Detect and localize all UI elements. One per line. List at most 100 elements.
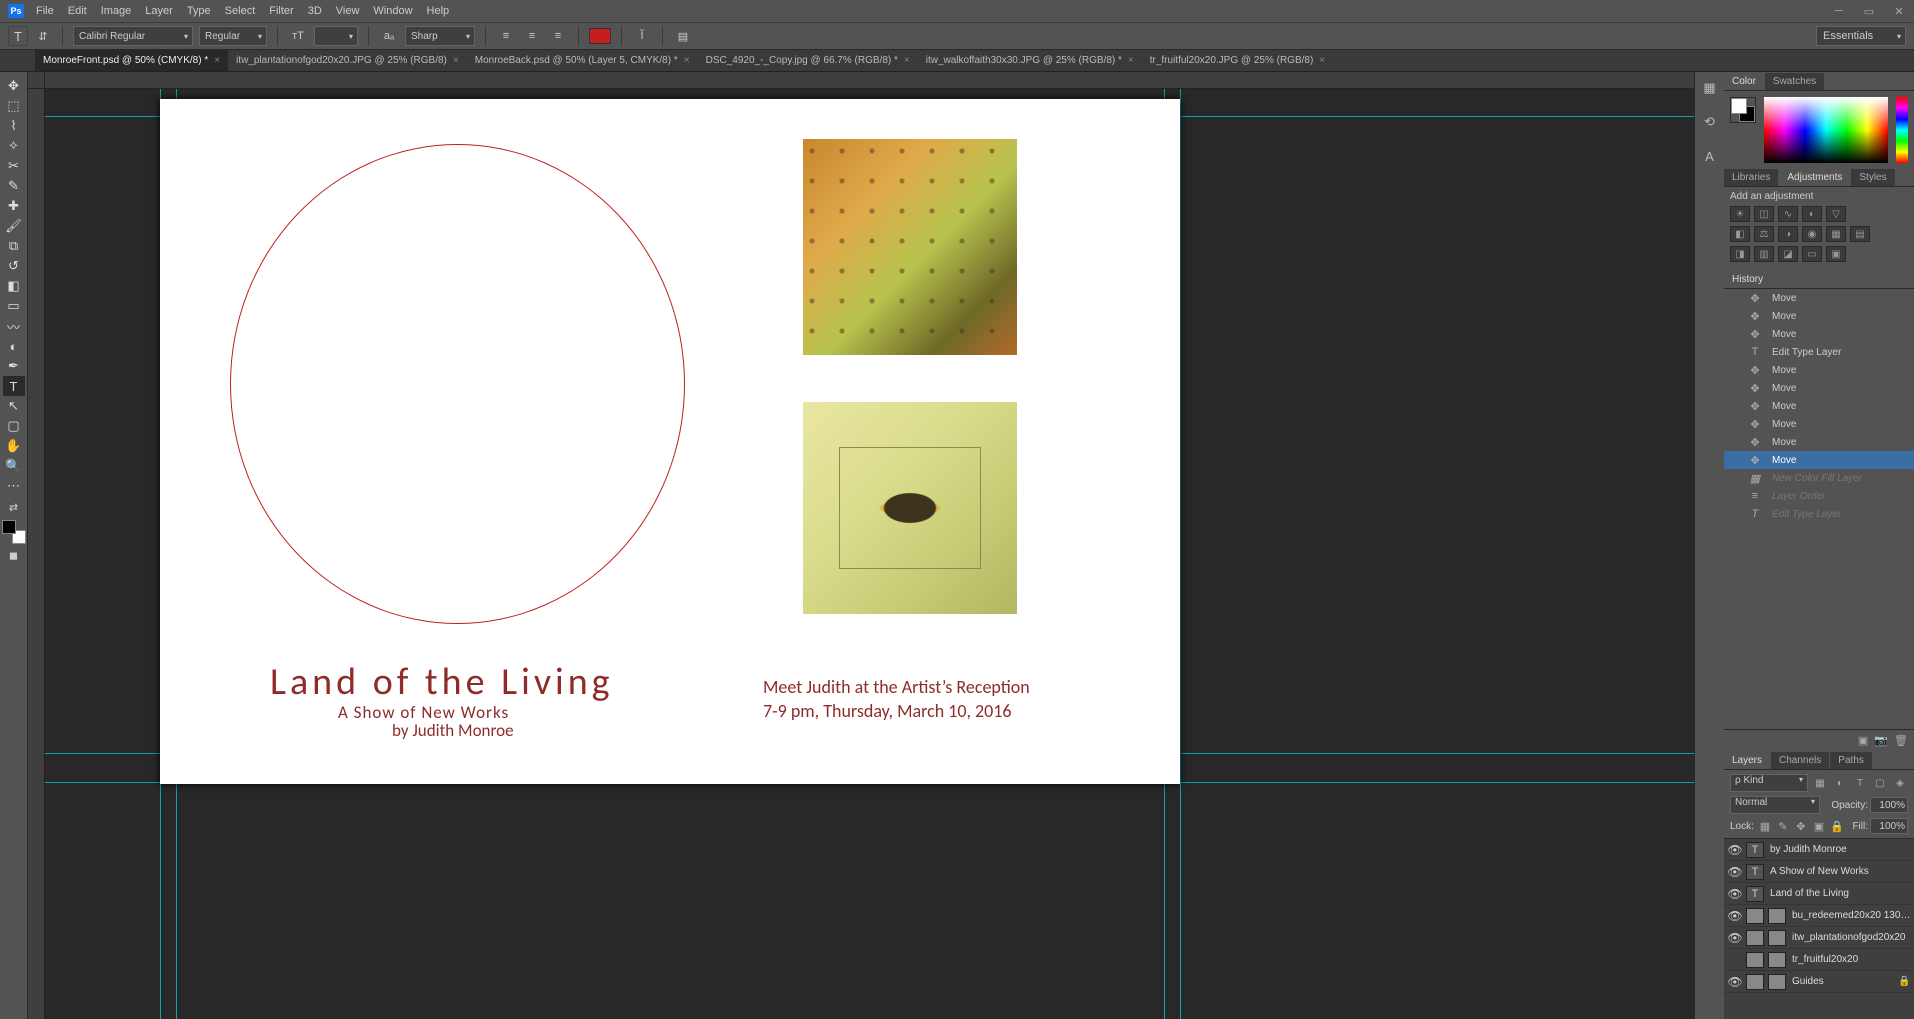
- tab-close-icon[interactable]: ×: [214, 55, 220, 66]
- history-brush-tool-icon[interactable]: ↺: [3, 256, 25, 276]
- menu-filter[interactable]: Filter: [269, 5, 293, 17]
- menu-3d[interactable]: 3D: [308, 5, 322, 17]
- filter-type-icon[interactable]: T: [1852, 775, 1868, 791]
- layer-row[interactable]: tr_fruitful20x20: [1724, 949, 1914, 971]
- document-tab[interactable]: itw_plantationofgod20x20.JPG @ 25% (RGB/…: [228, 49, 467, 71]
- lock-artboard-icon[interactable]: ▣: [1812, 819, 1826, 833]
- crop-tool-icon[interactable]: ✂: [3, 156, 25, 176]
- tab-paths[interactable]: Paths: [1830, 752, 1872, 769]
- font-size-dropdown[interactable]: [314, 26, 358, 46]
- eraser-tool-icon[interactable]: ◧: [3, 276, 25, 296]
- tab-adjustments[interactable]: Adjustments: [1779, 169, 1850, 186]
- dodge-tool-icon[interactable]: ◐: [3, 336, 25, 356]
- lasso-tool-icon[interactable]: ⌇: [3, 116, 25, 136]
- document-tab[interactable]: MonroeBack.psd @ 50% (Layer 5, CMYK/8) *…: [467, 49, 698, 71]
- tab-close-icon[interactable]: ×: [1128, 55, 1134, 66]
- opacity-input[interactable]: [1870, 797, 1908, 813]
- align-left-icon[interactable]: ≡: [496, 26, 516, 46]
- fg-bg-colors[interactable]: [2, 520, 26, 544]
- edit-toolbar-icon[interactable]: ⋯: [3, 476, 25, 496]
- ruler-horizontal[interactable]: [45, 72, 1694, 89]
- adj-mixer-icon[interactable]: ▦: [1826, 226, 1846, 242]
- shape-tool-icon[interactable]: ▢: [3, 416, 25, 436]
- filter-adjust-icon[interactable]: ◐: [1832, 775, 1848, 791]
- menu-image[interactable]: Image: [101, 5, 132, 17]
- layer-row[interactable]: 👁TLand of the Living: [1724, 883, 1914, 905]
- menu-file[interactable]: File: [36, 5, 54, 17]
- adj-selective-icon[interactable]: ▣: [1826, 246, 1846, 262]
- layer-visibility-icon[interactable]: 👁: [1726, 843, 1744, 857]
- swap-colors-icon[interactable]: ⇄: [3, 498, 25, 516]
- history-item[interactable]: ✥Move: [1724, 307, 1914, 325]
- pen-tool-icon[interactable]: ✒: [3, 356, 25, 376]
- adj-exposure-icon[interactable]: ◐: [1802, 206, 1822, 222]
- adj-posterize-icon[interactable]: ▥: [1754, 246, 1774, 262]
- tab-close-icon[interactable]: ×: [1319, 55, 1325, 66]
- filter-smart-icon[interactable]: ◈: [1892, 775, 1908, 791]
- collapsed-panel-icon[interactable]: ⟲: [1700, 112, 1720, 132]
- active-tool-indicator-icon[interactable]: T: [8, 26, 28, 46]
- menu-layer[interactable]: Layer: [145, 5, 173, 17]
- blend-mode-dropdown[interactable]: Normal: [1730, 796, 1820, 814]
- menu-type[interactable]: Type: [187, 5, 211, 17]
- adj-curves-icon[interactable]: ∿: [1778, 206, 1798, 222]
- filter-pixel-icon[interactable]: ▦: [1812, 775, 1828, 791]
- tab-swatches[interactable]: Swatches: [1765, 73, 1824, 90]
- history-item[interactable]: ✥Move: [1724, 379, 1914, 397]
- document-tab[interactable]: MonroeFront.psd @ 50% (CMYK/8) *×: [35, 49, 228, 71]
- adj-threshold-icon[interactable]: ◪: [1778, 246, 1798, 262]
- tab-close-icon[interactable]: ×: [453, 55, 459, 66]
- move-tool-icon[interactable]: ✥: [3, 76, 25, 96]
- collapsed-panel-icon[interactable]: ▦: [1700, 78, 1720, 98]
- antialias-dropdown[interactable]: Sharp: [405, 26, 475, 46]
- menu-help[interactable]: Help: [427, 5, 450, 17]
- guide[interactable]: [1180, 89, 1181, 1019]
- history-item[interactable]: ✥Move: [1724, 415, 1914, 433]
- workspace-dropdown[interactable]: Essentials: [1816, 26, 1906, 46]
- blur-tool-icon[interactable]: 〰: [3, 316, 25, 336]
- ruler-origin[interactable]: [28, 72, 45, 89]
- brush-tool-icon[interactable]: 🖌: [3, 216, 25, 236]
- tab-close-icon[interactable]: ×: [904, 55, 910, 66]
- history-new-doc-icon[interactable]: ▣: [1858, 734, 1868, 747]
- marquee-tool-icon[interactable]: ⬚: [3, 96, 25, 116]
- lock-all-icon[interactable]: 🔒: [1830, 819, 1844, 833]
- eyedropper-tool-icon[interactable]: ✎: [3, 176, 25, 196]
- layer-row[interactable]: 👁Guides🔒: [1724, 971, 1914, 993]
- layer-visibility-icon[interactable]: 👁: [1726, 887, 1744, 901]
- tab-close-icon[interactable]: ×: [684, 55, 690, 66]
- history-item[interactable]: ✥Move: [1724, 433, 1914, 451]
- window-minimize-icon[interactable]: ─: [1824, 2, 1854, 20]
- adj-lookup-icon[interactable]: ▤: [1850, 226, 1870, 242]
- window-close-icon[interactable]: ✕: [1884, 2, 1914, 20]
- layer-row[interactable]: 👁itw_plantationofgod20x20: [1724, 927, 1914, 949]
- adj-photo-filter-icon[interactable]: ◉: [1802, 226, 1822, 242]
- ruler-vertical[interactable]: [28, 89, 45, 1019]
- document-tab[interactable]: DSC_4920_-_Copy.jpg @ 66.7% (RGB/8) *×: [698, 49, 918, 71]
- gradient-tool-icon[interactable]: ▭: [3, 296, 25, 316]
- path-select-tool-icon[interactable]: ↖: [3, 396, 25, 416]
- history-delete-icon[interactable]: 🗑: [1894, 734, 1908, 747]
- fill-input[interactable]: [1870, 818, 1908, 834]
- adj-gradient-map-icon[interactable]: ▭: [1802, 246, 1822, 262]
- color-spectrum[interactable]: [1764, 97, 1888, 163]
- warp-text-icon[interactable]: Ĭ: [632, 26, 652, 46]
- history-list[interactable]: ✥Move✥Move✥MoveTEdit Type Layer✥Move✥Mov…: [1724, 289, 1914, 729]
- history-item[interactable]: TEdit Type Layer: [1724, 505, 1914, 523]
- tab-history[interactable]: History: [1724, 271, 1771, 288]
- quickmask-icon[interactable]: ◼: [3, 546, 25, 564]
- history-item[interactable]: TEdit Type Layer: [1724, 343, 1914, 361]
- layer-list[interactable]: 👁Tby Judith Monroe👁TA Show of New Works👁…: [1724, 838, 1914, 1019]
- stamp-tool-icon[interactable]: ⧉: [3, 236, 25, 256]
- tab-styles[interactable]: Styles: [1851, 169, 1894, 186]
- tab-libraries[interactable]: Libraries: [1724, 169, 1778, 186]
- adj-balance-icon[interactable]: ⚖: [1754, 226, 1774, 242]
- layer-visibility-icon[interactable]: 👁: [1726, 909, 1744, 923]
- tab-channels[interactable]: Channels: [1771, 752, 1829, 769]
- layer-filter-kind-dropdown[interactable]: ρ Kind: [1730, 774, 1808, 792]
- collapsed-panel-icon[interactable]: A: [1700, 146, 1720, 166]
- text-orientation-icon[interactable]: ⇵: [34, 27, 52, 45]
- adj-levels-icon[interactable]: ◫: [1754, 206, 1774, 222]
- menu-window[interactable]: Window: [373, 5, 412, 17]
- lock-trans-icon[interactable]: ▦: [1758, 819, 1772, 833]
